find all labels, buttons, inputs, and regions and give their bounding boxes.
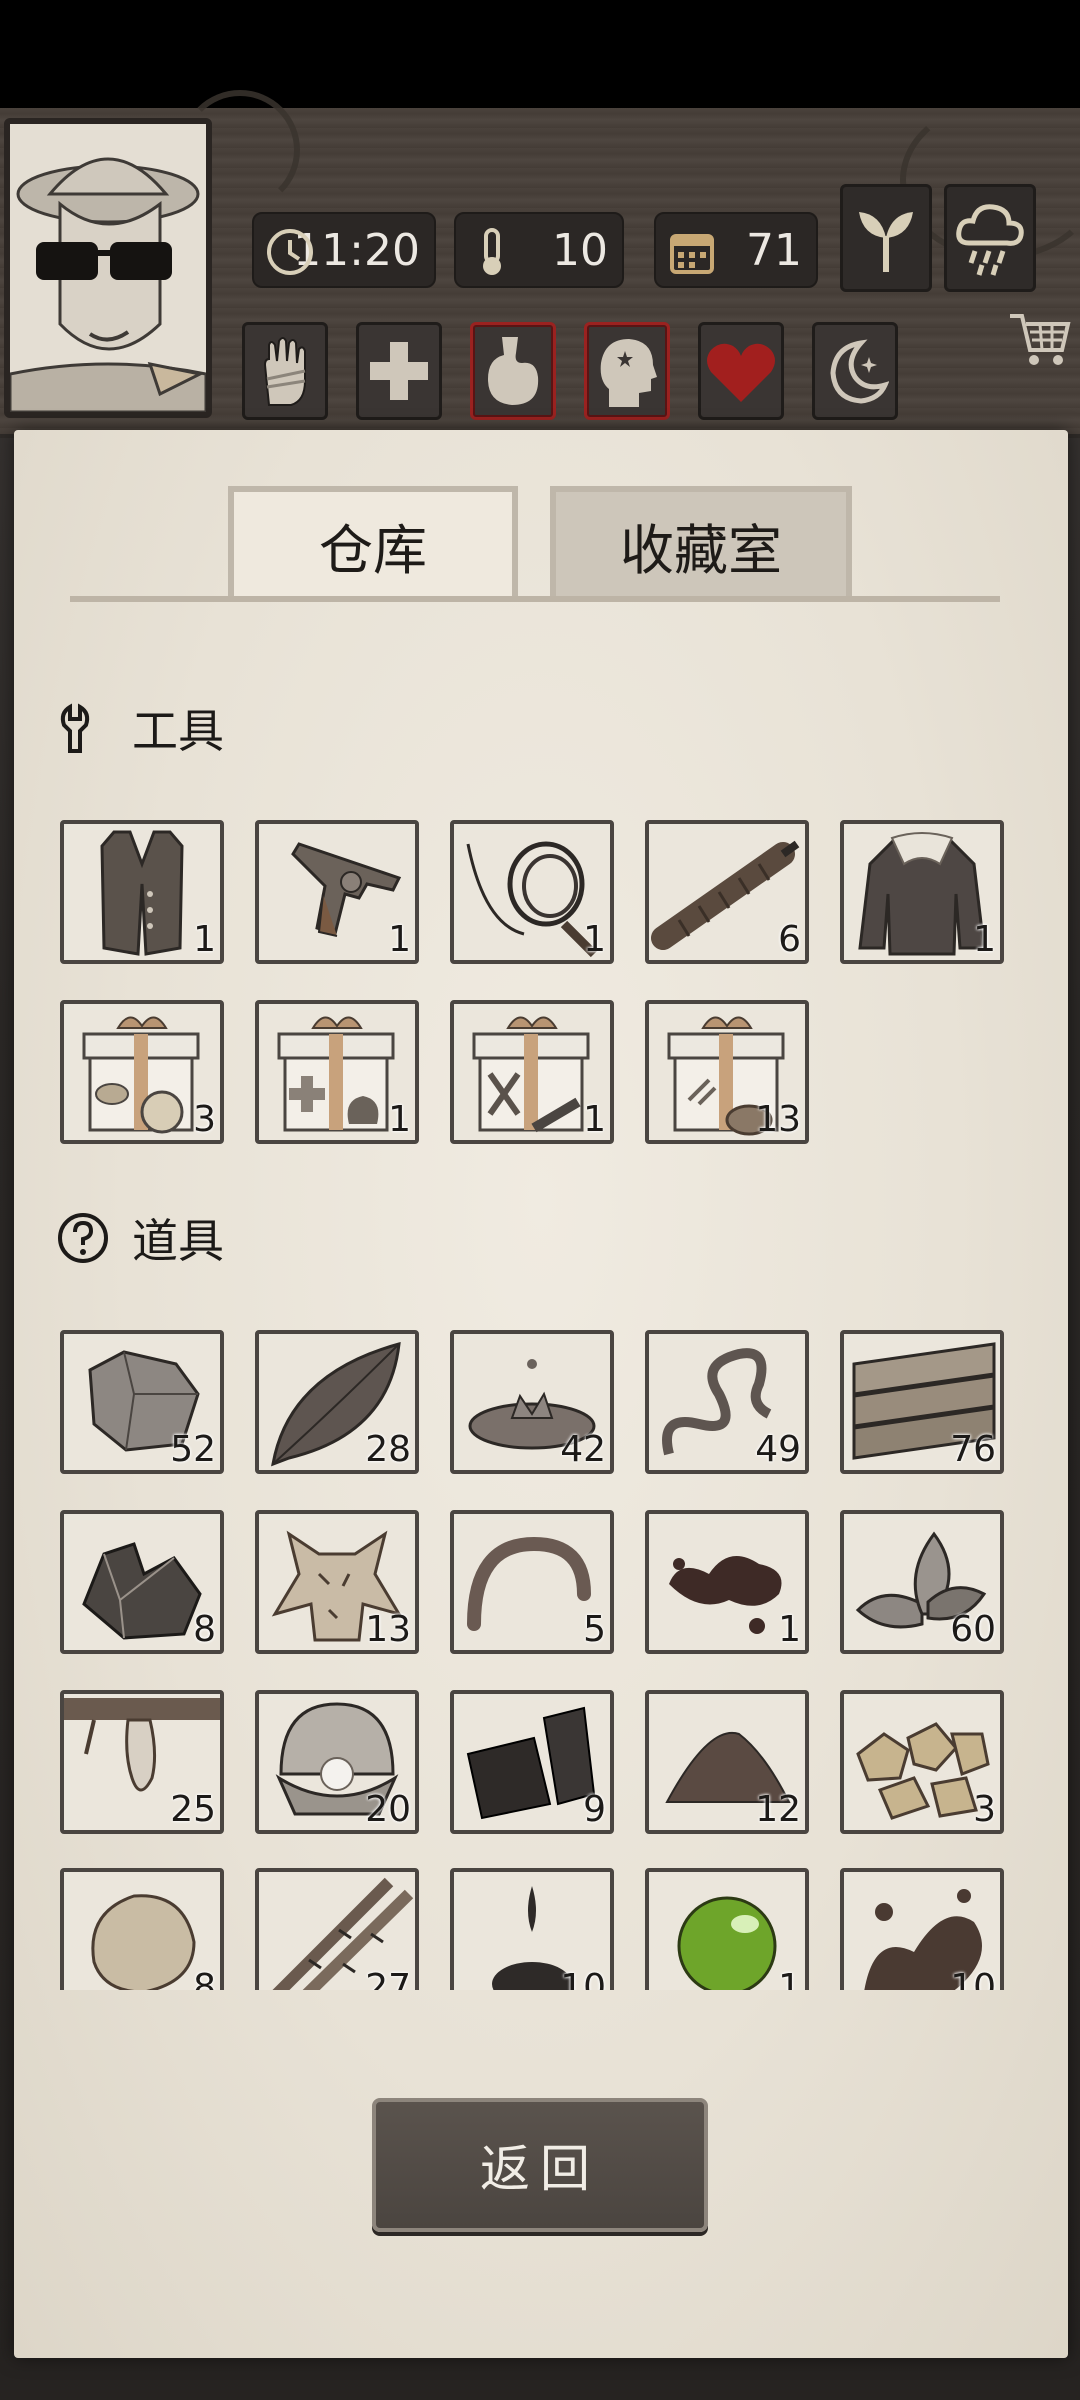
plant-button[interactable]	[840, 184, 932, 292]
item-count: 8	[193, 1967, 216, 1990]
item-count: 3	[973, 1789, 996, 1830]
stomach-icon	[488, 337, 539, 405]
rain-cloud-icon	[956, 204, 1024, 276]
medical-cross-icon	[370, 342, 428, 400]
item-slot-coal[interactable]: 9	[450, 1690, 614, 1834]
item-slot-food-gift-box[interactable]: 3	[60, 1000, 224, 1144]
tab-divider	[70, 596, 1000, 602]
item-slot-planks[interactable]: 76	[840, 1330, 1004, 1474]
system-status-bar	[0, 0, 1080, 108]
item-slot-mud[interactable]: 10	[840, 1868, 1004, 1990]
dizzy-head-icon	[600, 339, 657, 407]
item-slot-animal-hide[interactable]: 13	[255, 1510, 419, 1654]
item-count: 10	[950, 1967, 996, 1990]
item-slot-oil[interactable]: 10	[450, 1868, 614, 1990]
item-slot-water-puddle[interactable]: 42	[450, 1330, 614, 1474]
temperature-display: 10	[454, 212, 624, 288]
item-count: 1	[583, 1099, 606, 1140]
item-slot-revolver[interactable]: 1	[255, 820, 419, 964]
item-slot-soil-pile[interactable]: 12	[645, 1690, 809, 1834]
props-scroll-area[interactable]: 52 28 42 49 76 8 13 5 1 60 25 20 9 12 3 …	[0, 1290, 1080, 1990]
item-slot-pearl-shell[interactable]: 20	[255, 1690, 419, 1834]
weather-button[interactable]	[944, 184, 1036, 292]
status-heart-button[interactable]	[698, 322, 784, 420]
item-slot-herb[interactable]: 60	[840, 1510, 1004, 1654]
wrench-icon	[60, 703, 90, 753]
heart-icon	[707, 343, 775, 402]
status-health-button[interactable]	[356, 322, 442, 420]
back-button[interactable]: 返回	[372, 2098, 708, 2232]
item-count: 25	[170, 1789, 216, 1830]
clock-icon	[267, 229, 313, 275]
item-count: 28	[365, 1429, 411, 1470]
item-slot-sand-rock[interactable]: 8	[60, 1868, 224, 1990]
item-slot-medical-gift-box[interactable]: 1	[255, 1000, 419, 1144]
item-count: 42	[560, 1429, 606, 1470]
question-icon	[58, 1213, 108, 1263]
day-value: 71	[746, 224, 802, 276]
status-stomach-button[interactable]	[470, 322, 556, 420]
status-mind-button[interactable]	[584, 322, 670, 420]
item-count: 6	[778, 919, 801, 960]
item-slot-vine[interactable]: 49	[645, 1330, 809, 1474]
item-count: 1	[388, 919, 411, 960]
moon-icon	[830, 339, 889, 404]
item-slot-fur-coat[interactable]: 1	[840, 820, 1004, 964]
item-slot-worm[interactable]: 5	[450, 1510, 614, 1654]
props-section-title: 道具	[56, 1208, 224, 1268]
bandaged-hand-icon	[263, 337, 306, 406]
item-count: 1	[193, 919, 216, 960]
tools-section-label: 工具	[132, 704, 224, 758]
item-slot-blood[interactable]: 1	[645, 1510, 809, 1654]
item-count: 13	[365, 1609, 411, 1650]
item-count: 1	[778, 1967, 801, 1990]
player-avatar[interactable]	[4, 118, 212, 418]
player-portrait	[10, 124, 206, 412]
shop-cart-icon[interactable]	[1006, 306, 1072, 372]
item-slot-leaf[interactable]: 28	[255, 1330, 419, 1474]
status-sleep-button[interactable]	[812, 322, 898, 420]
item-slot-stone[interactable]: 52	[60, 1330, 224, 1474]
sprout-icon	[859, 212, 913, 272]
item-count: 5	[583, 1609, 606, 1650]
item-count: 9	[583, 1789, 606, 1830]
item-count: 8	[193, 1609, 216, 1650]
tab-warehouse[interactable]: 仓库	[228, 486, 518, 598]
item-count: 76	[950, 1429, 996, 1470]
item-count: 27	[365, 1967, 411, 1990]
item-slot-gold-nuggets[interactable]: 3	[840, 1690, 1004, 1834]
item-count: 1	[778, 1609, 801, 1650]
item-slot-resin[interactable]: 25	[60, 1690, 224, 1834]
item-slot-wooden-stick[interactable]: 6	[645, 820, 809, 964]
item-slot-green-orb[interactable]: 1	[645, 1868, 809, 1990]
item-count: 3	[193, 1099, 216, 1140]
item-count: 60	[950, 1609, 996, 1650]
item-slot-material-gift-box[interactable]: 13	[645, 1000, 809, 1144]
thermometer-icon	[483, 228, 501, 275]
item-slot-bamboo[interactable]: 27	[255, 1868, 419, 1990]
item-count: 1	[388, 1099, 411, 1140]
item-count: 10	[560, 1967, 606, 1990]
tab-collection-room[interactable]: 收藏室	[550, 486, 852, 598]
item-count: 13	[755, 1099, 801, 1140]
day-counter-display: 71	[654, 212, 818, 288]
calendar-icon	[670, 234, 714, 274]
item-slot-weapon-gift-box[interactable]: 1	[450, 1000, 614, 1144]
item-count: 1	[973, 919, 996, 960]
time-display: 11:20	[252, 212, 436, 288]
temperature-value: 10	[552, 224, 608, 276]
props-section-label: 道具	[132, 1214, 224, 1268]
item-slot-vest[interactable]: 1	[60, 820, 224, 964]
item-count: 49	[755, 1429, 801, 1470]
item-count: 12	[755, 1789, 801, 1830]
item-count: 1	[583, 919, 606, 960]
item-count: 52	[170, 1429, 216, 1470]
item-count: 20	[365, 1789, 411, 1830]
status-hand-button[interactable]	[242, 322, 328, 420]
tools-section-title: 工具	[56, 698, 224, 758]
item-slot-whip[interactable]: 1	[450, 820, 614, 964]
item-slot-ore[interactable]: 8	[60, 1510, 224, 1654]
